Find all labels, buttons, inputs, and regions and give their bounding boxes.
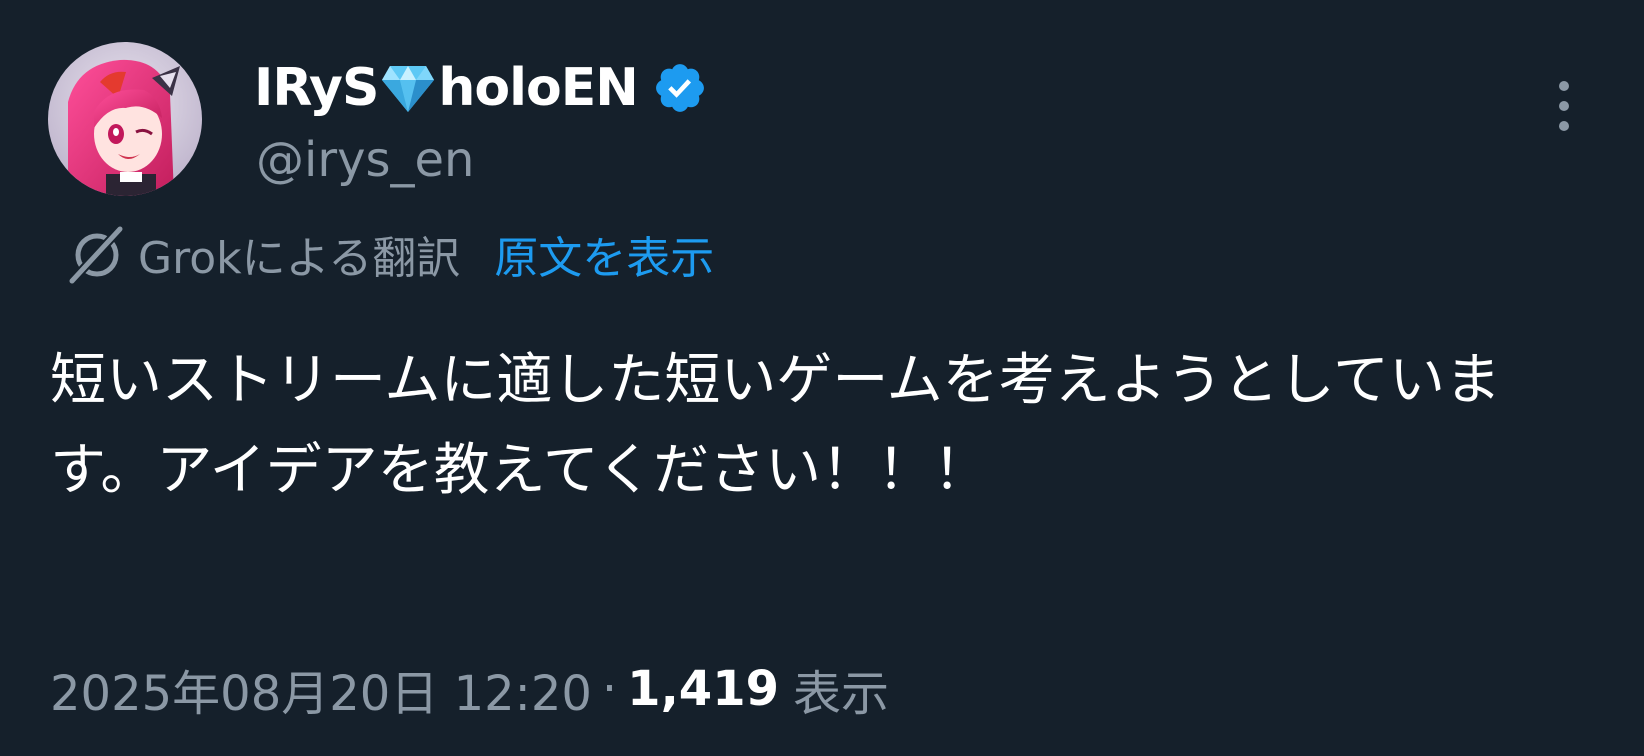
grok-icon: [68, 225, 124, 285]
verified-badge-icon[interactable]: [652, 60, 708, 116]
more-vertical-icon: [1559, 81, 1569, 131]
tweet-text: 短いストリームに適した短いゲームを考えようとしています。アイデアを教えてください…: [50, 348, 1501, 503]
view-count-label: 表示: [793, 666, 890, 722]
translation-label: Grokによる翻訳: [138, 233, 461, 284]
display-name-suffix: holoEN: [438, 58, 638, 118]
meta-separator: ·: [601, 661, 618, 717]
author-display-name[interactable]: IRyS holoEN: [254, 52, 708, 124]
author-handle[interactable]: @irys_en: [256, 132, 474, 188]
display-name-prefix: IRyS: [254, 58, 379, 118]
avatar-image: [48, 42, 202, 196]
gem-stone-icon: [382, 66, 435, 112]
translation-notice: Grokによる翻訳 原文を表示: [64, 222, 714, 286]
tweet-timestamp[interactable]: 2025年08月20日 12:20: [50, 654, 592, 724]
avatar[interactable]: [48, 42, 202, 196]
view-count: 1,419: [627, 661, 779, 717]
show-original-link[interactable]: 原文を表示: [494, 222, 714, 286]
tweet: IRyS holoEN @irys_en Grokによる翻訳 原文を表示 短いス…: [0, 0, 1644, 756]
tweet-meta: 2025年08月20日 12:20 · 1,419 表示: [50, 654, 889, 724]
more-options-button[interactable]: [1538, 76, 1590, 136]
